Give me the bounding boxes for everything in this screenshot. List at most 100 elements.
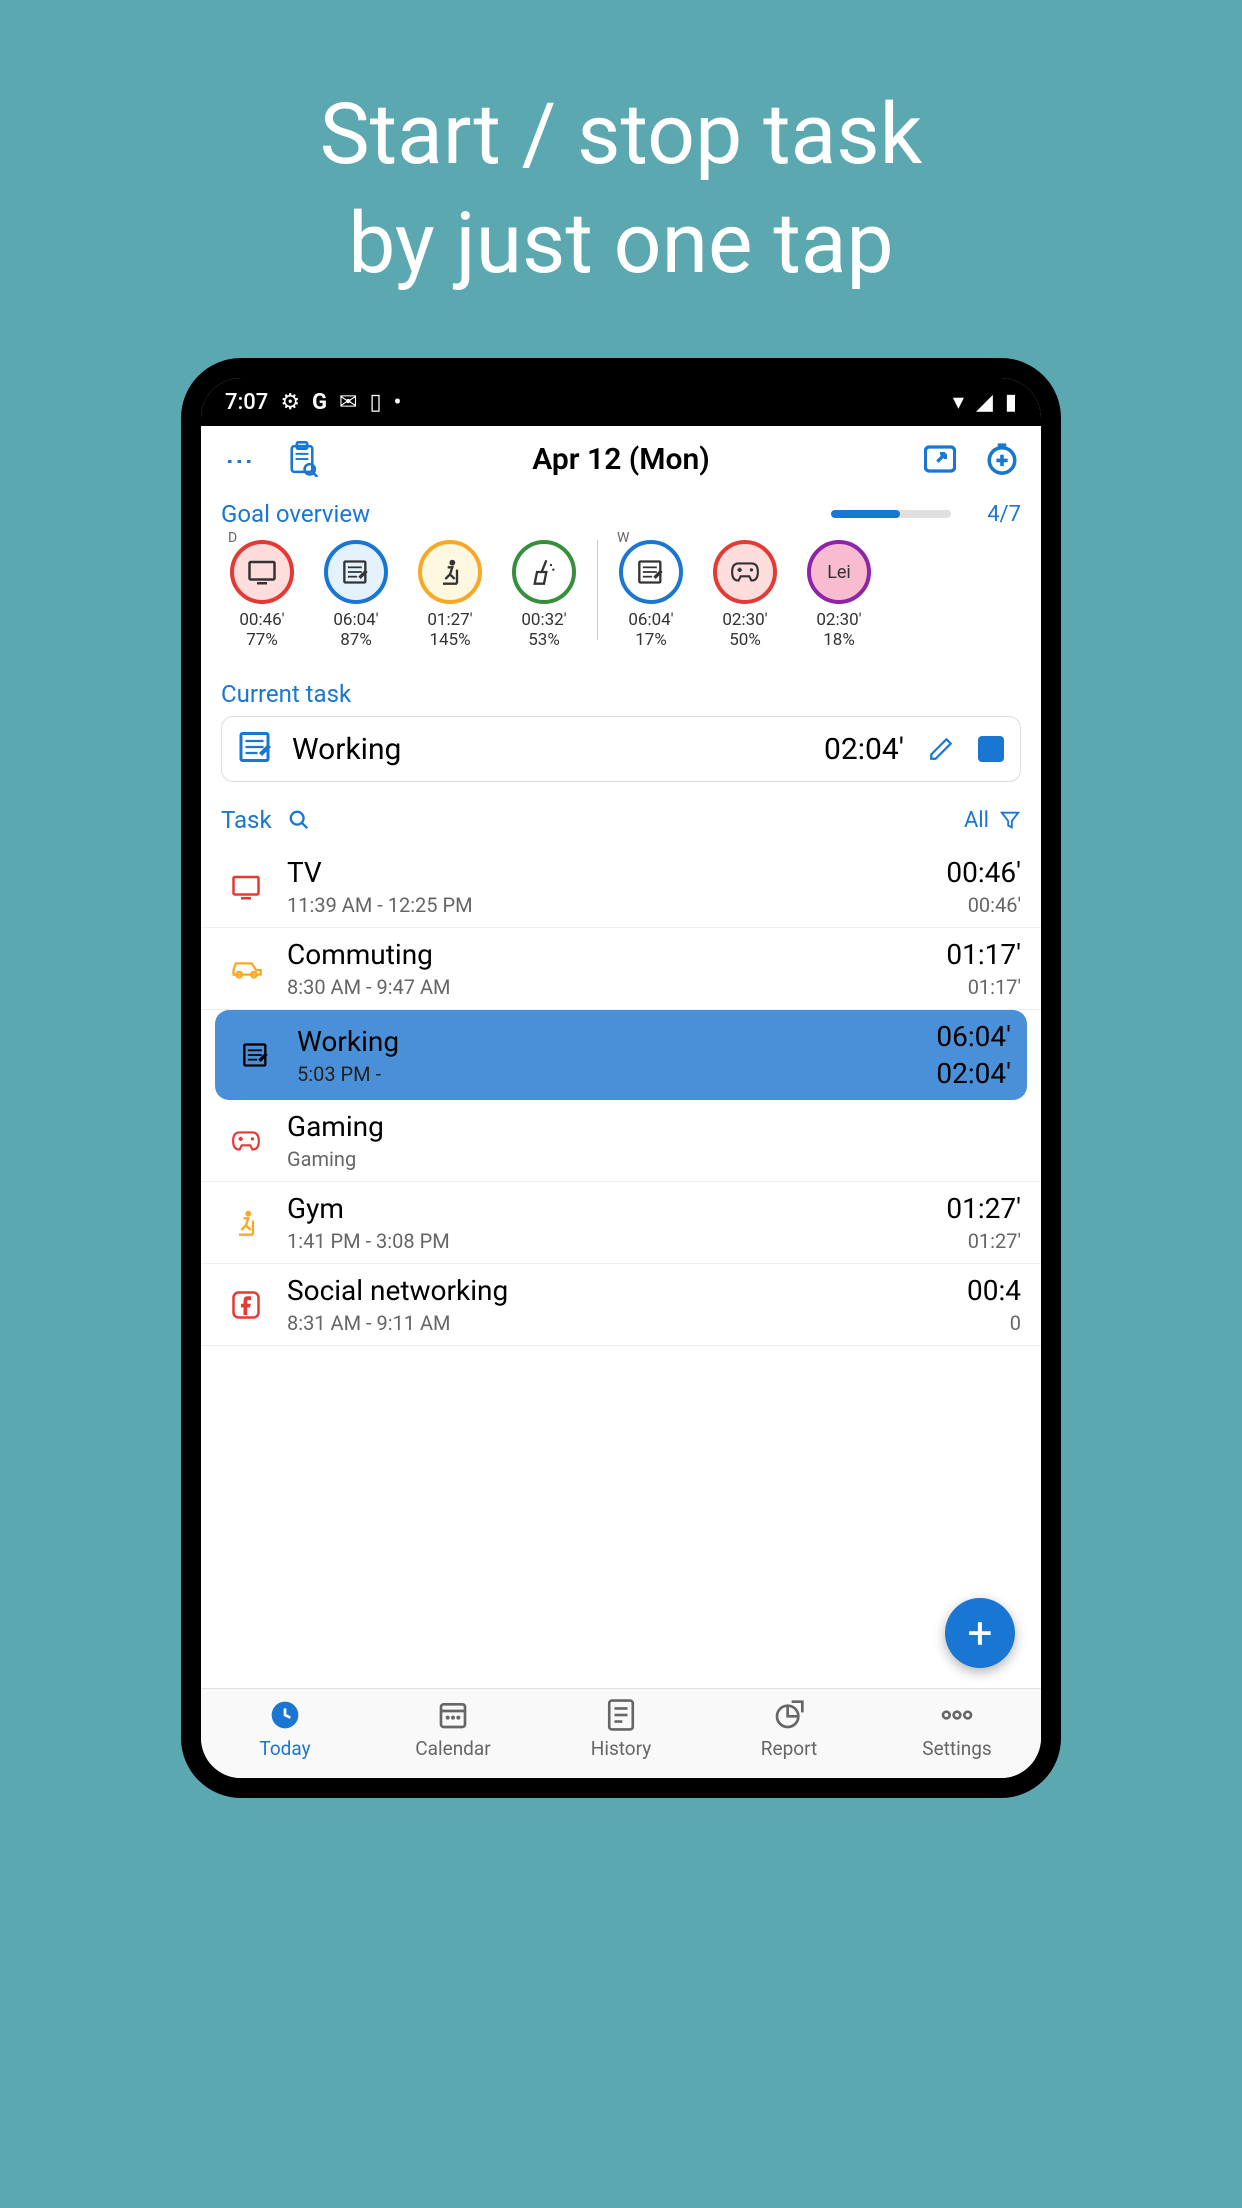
task-row[interactable]: TV 11:39 AM - 12:25 PM 00:46' 00:46' — [201, 846, 1041, 928]
goal-item[interactable]: 00:32' 53% — [503, 540, 585, 650]
goal-time: 02:30' — [722, 610, 767, 630]
goal-time: 01:27' — [427, 610, 472, 630]
nav-label: Calendar — [415, 1737, 490, 1760]
goal-fraction: 4/7 — [987, 502, 1021, 527]
nav-calendar[interactable]: Calendar — [369, 1697, 537, 1760]
car-icon — [221, 944, 271, 994]
task-name: Commuting — [287, 938, 930, 971]
goal-overview-section: Goal overview 4/7 D 00:46' 77% 06:04' 87… — [201, 492, 1041, 666]
task-name: Gaming — [287, 1110, 1005, 1143]
task-row[interactable]: Gaming Gaming — [201, 1100, 1041, 1182]
task-row[interactable]: Commuting 8:30 AM - 9:47 AM 01:17' 01:17… — [201, 928, 1041, 1010]
task-session-time: 01:17' — [946, 975, 1021, 999]
goal-item[interactable]: Lei 02:30' 18% — [798, 540, 880, 650]
menu-button[interactable]: ⋮ — [221, 440, 259, 478]
task-row[interactable]: Social networking 8:31 AM - 9:11 AM 00:4… — [201, 1264, 1041, 1346]
task-subtitle: Gaming — [287, 1147, 1005, 1171]
bottom-nav: Today Calendar History Report Settings — [201, 1688, 1041, 1778]
expand-icon[interactable] — [921, 440, 959, 478]
task-session-time: 00:46' — [946, 893, 1021, 917]
current-task-card[interactable]: Working 02:04' — [221, 716, 1021, 782]
clock-icon — [267, 1697, 303, 1733]
report-icon — [771, 1697, 807, 1733]
task-total-time: 01:27' — [946, 1192, 1021, 1225]
nav-label: History — [591, 1737, 651, 1760]
game-icon — [221, 1116, 271, 1166]
task-row[interactable]: Working 5:03 PM - 06:04' 02:04' — [215, 1010, 1027, 1100]
task-session-time: 01:27' — [946, 1229, 1021, 1253]
goal-pct: 50% — [729, 630, 761, 650]
task-name: Gym — [287, 1192, 930, 1225]
all-filter-label[interactable]: All — [964, 808, 989, 833]
fab-add-button[interactable]: + — [945, 1598, 1015, 1668]
stop-button[interactable] — [978, 736, 1004, 762]
status-time: 7:07 — [225, 390, 268, 415]
goal-item[interactable]: 06:04' 87% — [315, 540, 397, 650]
current-task-title: Current task — [201, 666, 1041, 716]
goal-pct: 145% — [429, 630, 470, 650]
goal-time: 00:32' — [521, 610, 566, 630]
goal-pct: 77% — [246, 630, 278, 650]
phone-frame: 7:07 ⚙ G ✉ ▯ • ▾ ◢ ▮ ⋮ Apr 12 (Mon) — [181, 358, 1061, 1798]
goal-item[interactable]: 02:30' 50% — [704, 540, 786, 650]
clean-icon — [512, 540, 576, 604]
nav-label: Report — [761, 1737, 817, 1760]
task-session-time: 0 — [967, 1311, 1021, 1335]
gym-icon — [221, 1198, 271, 1248]
note-icon — [231, 1030, 281, 1080]
task-total-time: 00:46' — [946, 856, 1021, 889]
lei-icon: Lei — [807, 540, 871, 604]
goal-pct: 87% — [340, 630, 372, 650]
note-icon — [324, 540, 388, 604]
goal-pct: 17% — [635, 630, 667, 650]
game-icon — [713, 540, 777, 604]
current-task-name: Working — [292, 732, 810, 767]
goal-item[interactable]: 01:27' 145% — [409, 540, 491, 650]
task-header-row: Task All — [201, 782, 1041, 846]
current-task-time: 02:04' — [824, 732, 904, 767]
task-session-time: 02:04' — [936, 1057, 1011, 1090]
phone-screen: 7:07 ⚙ G ✉ ▯ • ▾ ◢ ▮ ⋮ Apr 12 (Mon) — [201, 378, 1041, 1778]
goal-pct: 53% — [528, 630, 560, 650]
nav-label: Settings — [922, 1737, 991, 1760]
task-total-time: 06:04' — [936, 1020, 1011, 1053]
dot-icon: • — [394, 390, 402, 415]
clipboard-search-icon[interactable] — [283, 440, 321, 478]
status-bar: 7:07 ⚙ G ✉ ▯ • ▾ ◢ ▮ — [201, 378, 1041, 426]
note-icon — [238, 729, 278, 769]
mail-icon: ✉ — [339, 390, 357, 415]
goal-item[interactable]: D 00:46' 77% — [221, 540, 303, 650]
google-icon: G — [312, 390, 327, 415]
nav-today[interactable]: Today — [201, 1697, 369, 1760]
promo-line-1: Start / stop task — [320, 80, 922, 189]
settings-icon — [939, 1697, 975, 1733]
signal-icon: ◢ — [976, 390, 993, 415]
filter-icon[interactable] — [999, 809, 1021, 831]
history-icon — [603, 1697, 639, 1733]
add-timer-icon[interactable] — [983, 440, 1021, 478]
task-subtitle: 5:03 PM - — [297, 1062, 920, 1086]
search-icon[interactable] — [288, 809, 310, 831]
task-subtitle: 1:41 PM - 3:08 PM — [287, 1229, 930, 1253]
edit-icon[interactable] — [928, 736, 954, 762]
fb-icon — [221, 1280, 271, 1330]
calendar-icon — [435, 1697, 471, 1733]
goal-time: 00:46' — [239, 610, 284, 630]
task-subtitle: 8:31 AM - 9:11 AM — [287, 1311, 951, 1335]
nav-report[interactable]: Report — [705, 1697, 873, 1760]
task-name: Social networking — [287, 1274, 951, 1307]
promo-line-2: by just one tap — [320, 189, 922, 298]
gear-icon: ⚙ — [280, 390, 300, 415]
task-row[interactable]: Gym 1:41 PM - 3:08 PM 01:27' 01:27' — [201, 1182, 1041, 1264]
goal-item[interactable]: W 06:04' 17% — [610, 540, 692, 650]
tv-icon: D — [230, 540, 294, 604]
goal-time: 02:30' — [816, 610, 861, 630]
goal-progress-bar — [831, 510, 951, 518]
nav-label: Today — [259, 1737, 310, 1760]
tv-icon — [221, 862, 271, 912]
nav-settings[interactable]: Settings — [873, 1697, 1041, 1760]
nav-history[interactable]: History — [537, 1697, 705, 1760]
task-section-label: Task — [221, 806, 272, 834]
battery-icon: ▮ — [1005, 390, 1017, 415]
goal-time: 06:04' — [333, 610, 378, 630]
